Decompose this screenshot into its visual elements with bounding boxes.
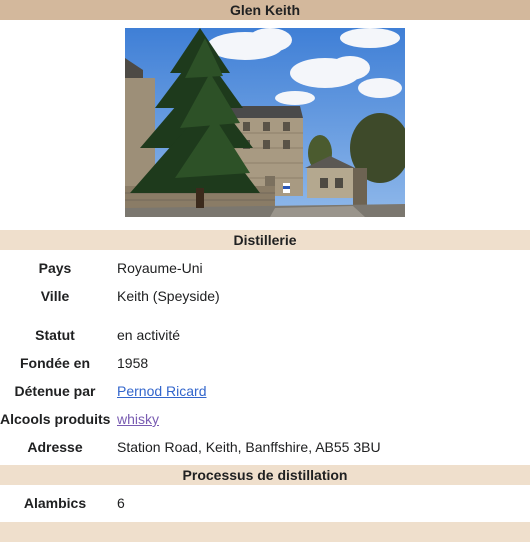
row-fondee: Fondée en 1958 (0, 353, 530, 373)
row-statut: Statut en activité (0, 325, 530, 345)
owner-link[interactable]: Pernod Ricard (117, 381, 207, 401)
row-ville: Ville Keith (Speyside) (0, 286, 530, 306)
whisky-link[interactable]: whisky (117, 409, 159, 429)
row-detenue: Détenue par Pernod Ricard (0, 381, 530, 401)
label-pays: Pays (38, 260, 72, 276)
label-adresse: Adresse (27, 439, 83, 455)
section-header-processus: Processus de distillation (0, 465, 530, 485)
value-pays: Royaume-Uni (117, 260, 203, 276)
infobox-title: Glen Keith (0, 0, 530, 20)
row-alcools: Alcools produits whisky (0, 409, 530, 429)
label-alambics: Alambics (23, 495, 87, 511)
section-header-distillerie: Distillerie (0, 230, 530, 250)
value-statut: en activité (117, 327, 181, 343)
infobox: Glen Keith Distillerie Pays Royaume-Uni … (0, 0, 530, 542)
distillery-photo[interactable] (125, 28, 405, 217)
row-alambics: Alambics 6 (0, 493, 530, 513)
row-adresse: Adresse Station Road, Keith, Banffshire,… (0, 437, 530, 457)
label-alcools: Alcools produits (0, 411, 111, 427)
infobox-footer-bar (0, 522, 530, 542)
row-pays: Pays Royaume-Uni (0, 258, 530, 278)
label-detenue: Détenue par (14, 383, 96, 399)
label-ville: Ville (40, 288, 70, 304)
label-statut: Statut (35, 327, 75, 343)
value-alambics: 6 (117, 495, 125, 511)
value-fondee: 1958 (117, 355, 149, 371)
label-fondee: Fondée en (19, 355, 90, 371)
value-adresse: Station Road, Keith, Banffshire, AB55 3B… (117, 439, 381, 455)
value-ville: Keith (Speyside) (117, 288, 220, 304)
